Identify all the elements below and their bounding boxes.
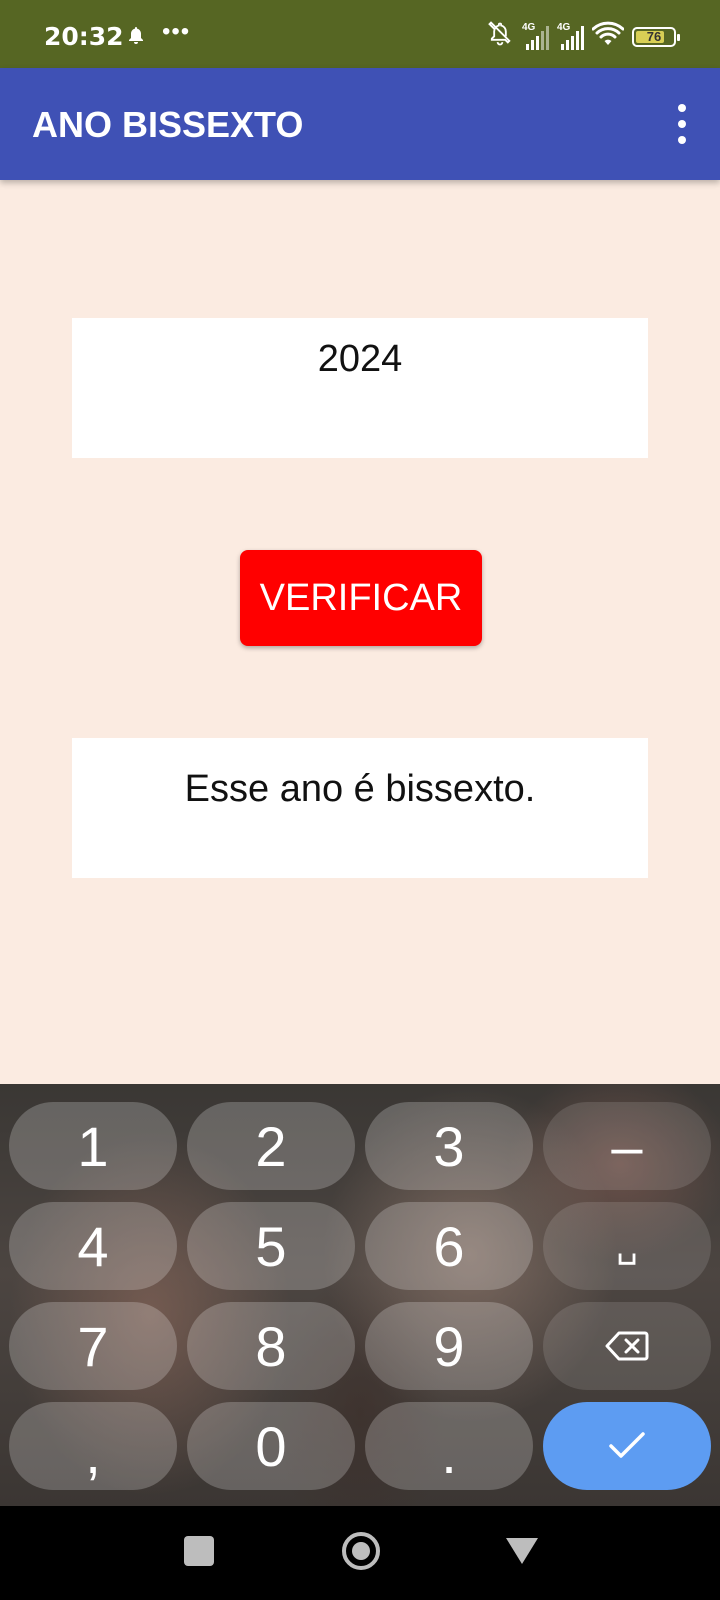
- overflow-menu-icon[interactable]: [674, 104, 690, 144]
- status-bar: 20:32 ••• 4G 4G 76: [0, 0, 720, 68]
- backspace-icon[interactable]: [543, 1302, 711, 1390]
- status-time: 20:32: [44, 22, 124, 51]
- home-icon[interactable]: [342, 1532, 380, 1570]
- key-space[interactable]: ␣: [543, 1202, 711, 1290]
- back-icon[interactable]: [506, 1538, 538, 1564]
- key-minus[interactable]: –: [543, 1102, 711, 1190]
- key-8[interactable]: 8: [187, 1302, 355, 1390]
- key-0[interactable]: 0: [187, 1402, 355, 1490]
- key-9[interactable]: 9: [365, 1302, 533, 1390]
- result-text: Esse ano é bissexto.: [72, 738, 648, 878]
- main-content: VERIFICAR Esse ano é bissexto.: [0, 180, 720, 1084]
- battery-level: 76: [646, 29, 662, 44]
- year-input[interactable]: [72, 318, 648, 458]
- key-4[interactable]: 4: [9, 1202, 177, 1290]
- verify-button[interactable]: VERIFICAR: [240, 550, 482, 646]
- mute-icon: [486, 20, 514, 53]
- app-bar: ANO BISSEXTO: [0, 68, 720, 180]
- key-3[interactable]: 3: [365, 1102, 533, 1190]
- battery-icon: 76: [632, 26, 680, 47]
- notification-bell-icon: [128, 26, 144, 49]
- numeric-keyboard: 1 2 3 – 4 5 6 ␣ 7 8 9 , 0 .: [0, 1084, 720, 1506]
- more-notifications-icon: •••: [162, 18, 191, 45]
- recents-icon[interactable]: [184, 1536, 214, 1566]
- key-comma[interactable]: ,: [9, 1402, 177, 1490]
- signal-sim2-icon: 4G: [557, 22, 584, 50]
- app-title: ANO BISSEXTO: [32, 104, 304, 145]
- system-nav-bar: [0, 1506, 720, 1600]
- signal-sim1-icon: 4G: [522, 22, 549, 50]
- key-2[interactable]: 2: [187, 1102, 355, 1190]
- key-1[interactable]: 1: [9, 1102, 177, 1190]
- wifi-icon: [591, 21, 625, 52]
- key-7[interactable]: 7: [9, 1302, 177, 1390]
- key-6[interactable]: 6: [365, 1202, 533, 1290]
- check-icon[interactable]: [543, 1402, 711, 1490]
- key-period[interactable]: .: [365, 1402, 533, 1490]
- key-5[interactable]: 5: [187, 1202, 355, 1290]
